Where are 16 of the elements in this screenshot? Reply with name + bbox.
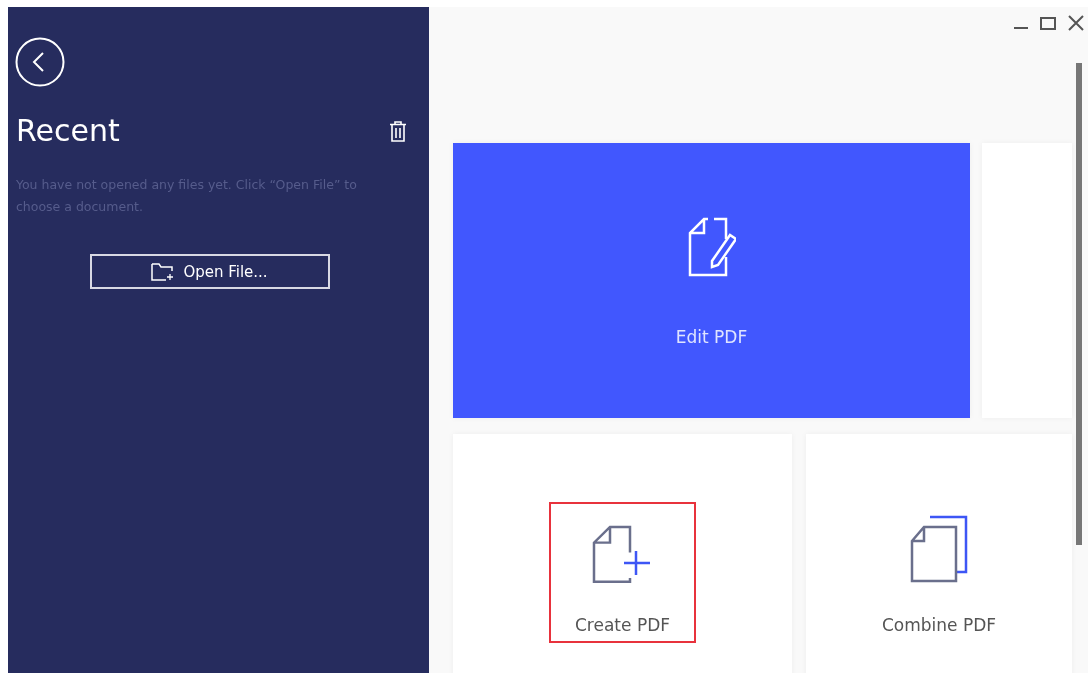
maximize-icon[interactable] <box>1040 16 1056 30</box>
close-icon[interactable] <box>1068 15 1084 31</box>
tile-label: Edit PDF <box>675 327 748 347</box>
tool-tile[interactable]: Create PDF <box>453 434 792 673</box>
tile-label: Combine PDF <box>881 615 997 635</box>
scrollbar[interactable] <box>1076 63 1082 545</box>
tool-tile[interactable]: Combine PDF <box>806 434 1072 673</box>
stacked-documents-icon <box>910 515 968 583</box>
sidebar-title: Recent <box>16 113 120 148</box>
document-pencil-icon <box>687 217 736 277</box>
open-file-button[interactable]: Open File... <box>89 254 330 289</box>
trash-icon[interactable] <box>389 119 407 142</box>
back-button[interactable] <box>15 37 65 87</box>
tool-tile[interactable]: Edit PDF <box>453 143 970 418</box>
tile-label: Create PDF <box>575 615 670 635</box>
folder-plus-icon <box>151 262 176 281</box>
